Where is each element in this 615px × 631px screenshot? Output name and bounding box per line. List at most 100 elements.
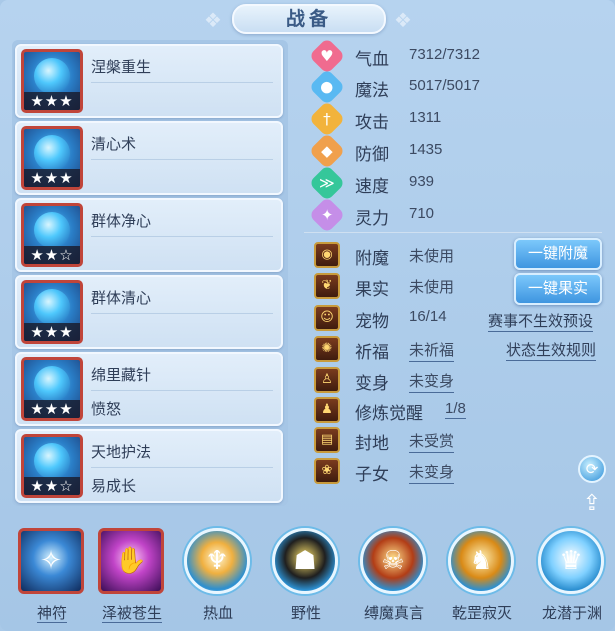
stat-row: ● 魔法 5017/5017 [308, 68, 604, 106]
bind-demon-icon: ☠ [360, 528, 426, 594]
child-icon: ❀ [314, 458, 340, 484]
skill-star-rating: ★★★ [24, 323, 80, 341]
skill-icon: ★★★ [21, 357, 83, 421]
bottom-skill-item[interactable]: ♆ 热血 [180, 528, 256, 628]
bottom-skill-label: 热血 [202, 605, 233, 622]
palm-icon: ✋ [98, 528, 164, 594]
status-label: 果实 [355, 280, 389, 299]
divider [304, 232, 602, 233]
one-click-fruit-button[interactable]: 一键果实 [514, 273, 602, 305]
bottom-skill-item[interactable]: ✋ 泽被苍生 [94, 528, 170, 628]
bottom-skill-item[interactable]: ☗ 野性 [268, 528, 344, 628]
status-value[interactable]: 1/8 [445, 400, 466, 419]
title-left-ornament: ❖ [204, 8, 222, 32]
mana-icon: ● [308, 68, 346, 106]
stat-label: 灵力 [355, 209, 389, 228]
speed-icon: ≫ [308, 164, 346, 202]
shield-icon: ◆ [308, 132, 346, 170]
skill-card[interactable]: ★★☆ 天地护法 易成长 [15, 429, 283, 503]
stat-value: 1435 [409, 141, 443, 158]
status-row: ❀ 子女 未变身 [312, 457, 604, 487]
bottom-skill-label: 泽被苍生 [101, 605, 162, 623]
skill-list-panel: ★★★ 涅槃重生 ★★★ 清心术 ★★☆ 群体净心 ★★★ 群体清心 ★★★ 绵… [12, 40, 288, 506]
skill-subtext: 易成长 [91, 478, 137, 495]
bottom-skill-item[interactable]: ✧ 神符 [14, 528, 90, 628]
status-label: 变身 [355, 374, 389, 393]
skill-name: 群体清心 [91, 290, 152, 307]
status-value: 16/14 [409, 308, 447, 325]
status-value[interactable]: 未变身 [409, 461, 455, 484]
stat-value: 1311 [409, 109, 442, 126]
status-value[interactable]: 未变身 [409, 370, 455, 393]
status-value[interactable]: 未受赏 [409, 430, 455, 453]
status-label: 宠物 [355, 312, 389, 331]
status-row: ♙ 变身 未变身 [312, 366, 604, 396]
skill-card[interactable]: ★★★ 群体清心 [15, 275, 283, 349]
skill-icon: ★★★ [21, 49, 83, 113]
skill-star-rating: ★★★ [24, 169, 80, 187]
divider [91, 82, 273, 83]
stat-label: 攻击 [355, 113, 389, 132]
bottom-skill-item[interactable]: ☠ 缚魔真言 [356, 528, 432, 628]
skill-star-rating: ★★★ [24, 400, 80, 418]
rune-icon: ✧ [18, 528, 84, 594]
stat-value: 5017/5017 [409, 77, 480, 94]
skill-star-rating: ★★☆ [24, 246, 80, 264]
title-right-ornament: ❖ [394, 8, 412, 32]
bottom-skill-label: 神符 [36, 605, 67, 623]
skill-subtext: 愤怒 [91, 401, 122, 418]
stat-value: 710 [409, 205, 435, 222]
bottom-skill-label: 缚魔真言 [363, 605, 424, 622]
status-rules-link[interactable]: 状态生效规则 [506, 339, 597, 361]
fruit-icon: ❦ [314, 273, 340, 299]
transform-icon: ♙ [314, 367, 340, 393]
status-row: ▤ 封地 未受赏 [312, 426, 604, 456]
fief-icon: ▤ [314, 427, 340, 453]
skill-name: 天地护法 [91, 444, 152, 461]
share-icon[interactable]: ⇪ [576, 490, 608, 518]
bottom-skill-label: 野性 [290, 605, 321, 622]
skill-card[interactable]: ★★★ 涅槃重生 [15, 44, 283, 118]
status-row: ♟ 修炼觉醒 1/8 [312, 396, 604, 426]
divider [91, 467, 273, 468]
window-title: 战备 [232, 4, 386, 34]
wild-icon: ☗ [272, 528, 338, 594]
refresh-icon[interactable]: ⟳ [578, 455, 606, 483]
sword-icon: † [308, 100, 346, 138]
skill-name: 群体净心 [91, 213, 152, 230]
skill-name: 清心术 [91, 136, 137, 153]
skill-card[interactable]: ★★☆ 群体净心 [15, 198, 283, 272]
stat-row: † 攻击 1311 [308, 100, 604, 138]
bottom-skill-item[interactable]: ♞ 乾罡寂灭 [444, 528, 520, 628]
spirit-icon: ✦ [308, 196, 346, 234]
skill-card[interactable]: ★★★ 清心术 [15, 121, 283, 195]
bottom-skill-label: 乾罡寂灭 [451, 605, 512, 622]
status-label: 修炼觉醒 [355, 404, 423, 423]
status-value: 未使用 [409, 279, 455, 296]
enchant-icon: ◉ [314, 242, 340, 268]
stat-label: 速度 [355, 177, 389, 196]
bless-icon: ✺ [314, 336, 340, 362]
skill-star-rating: ★★☆ [24, 477, 80, 495]
stat-row: ◆ 防御 1435 [308, 132, 604, 170]
one-click-enchant-button[interactable]: 一键附魔 [514, 238, 602, 270]
bottom-skill-label: 龙潜于渊 [541, 605, 602, 622]
cultivate-icon: ♟ [314, 397, 340, 423]
status-label: 祈福 [355, 343, 389, 362]
skill-name: 绵里藏针 [91, 367, 152, 384]
event-preset-link[interactable]: 赛事不生效预设 [488, 310, 594, 332]
stat-row: ≫ 速度 939 [308, 164, 604, 202]
divider [91, 159, 273, 160]
stat-label: 魔法 [355, 81, 389, 100]
status-value[interactable]: 未祈福 [409, 339, 455, 362]
stat-label: 气血 [355, 50, 389, 69]
skill-icon: ★★☆ [21, 434, 83, 498]
skill-card[interactable]: ★★★ 绵里藏针 愤怒 [15, 352, 283, 426]
stat-value: 939 [409, 173, 435, 190]
dragon-icon: ♛ [538, 528, 604, 594]
skill-icon: ★★★ [21, 280, 83, 344]
bottom-skill-item[interactable]: ♛ 龙潜于渊 [534, 528, 610, 628]
qiangang-icon: ♞ [448, 528, 514, 594]
skill-name: 涅槃重生 [91, 59, 152, 76]
skill-star-rating: ★★★ [24, 92, 80, 110]
